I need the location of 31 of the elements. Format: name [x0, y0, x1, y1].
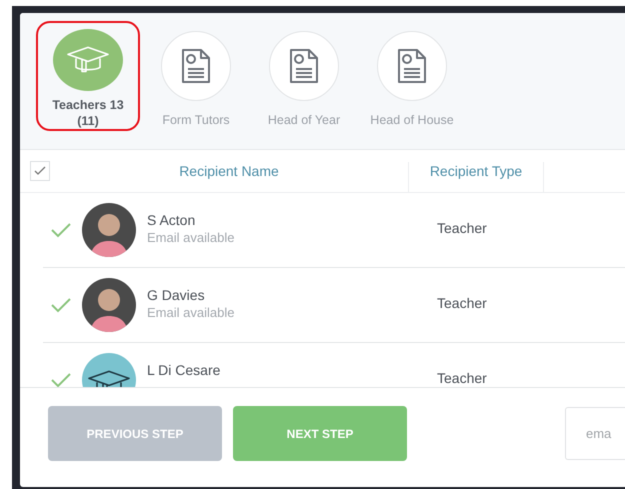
recipient-type: Teacher: [437, 370, 487, 386]
checkmark-icon: [34, 166, 46, 176]
recipient-group-tab[interactable]: Form Tutors: [144, 21, 248, 131]
email-status: Email available: [147, 230, 236, 245]
email-field[interactable]: ema: [565, 407, 625, 460]
document-icon: [397, 48, 427, 84]
group-label: Head of House: [370, 112, 454, 128]
checkmark-icon[interactable]: [50, 297, 72, 313]
email-status: Email available: [147, 305, 236, 320]
recipient-group-tab[interactable]: Teachers 13 (11): [36, 21, 140, 131]
document-icon: [289, 48, 319, 84]
group-label: Teachers 13 (11): [52, 97, 124, 129]
person-avatar: [82, 203, 136, 257]
previous-step-button[interactable]: PREVIOUS STEP: [48, 406, 222, 461]
recipient-name: L Di Cesare: [147, 362, 222, 378]
recipient-group-tab[interactable]: Head of House: [360, 21, 464, 131]
group-label: Form Tutors: [162, 112, 230, 128]
column-header: Recipient Name: [178, 163, 280, 179]
recipient-type: Teacher: [437, 220, 487, 236]
recipient-name: G Davies: [147, 287, 206, 303]
next-step-button[interactable]: NEXT STEP: [233, 406, 407, 461]
checkmark-icon[interactable]: [50, 372, 72, 387]
column-header: Recipient Type: [428, 163, 524, 179]
document-icon: [181, 48, 211, 84]
recipient-type: Teacher: [437, 295, 487, 311]
recipient-group-tab[interactable]: Head of Year: [252, 21, 356, 131]
recipient-name: S Acton: [147, 212, 196, 228]
group-label: Head of Year: [268, 112, 340, 128]
checkmark-icon[interactable]: [50, 222, 72, 238]
person-avatar: [82, 278, 136, 332]
select-all-checkbox[interactable]: [30, 161, 50, 181]
